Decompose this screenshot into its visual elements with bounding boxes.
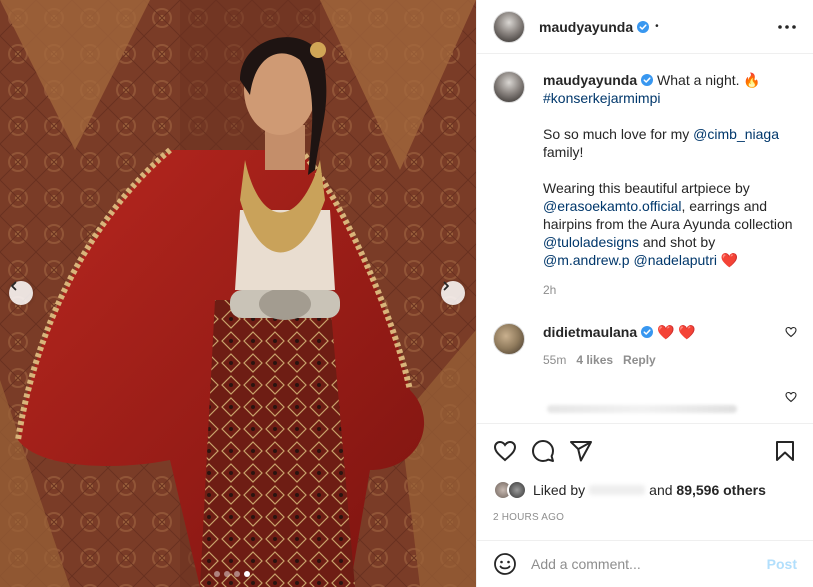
verified-badge-icon — [641, 74, 654, 86]
comment-text: ❤️ ❤️ — [653, 324, 696, 340]
likes-count[interactable]: 89,596 others — [676, 482, 766, 498]
save-button[interactable] — [773, 439, 797, 463]
like-comment-button[interactable] — [785, 390, 797, 406]
carousel-indicator — [214, 571, 250, 577]
mention-link[interactable]: @cimb_niaga — [693, 126, 779, 142]
post-photo[interactable] — [0, 0, 476, 587]
commenter-username[interactable]: didietmaulana — [543, 324, 637, 340]
comment-likes[interactable]: 4 likes — [576, 351, 613, 369]
photo-illustration — [0, 0, 476, 587]
mention-link[interactable]: @nadelaputri — [633, 252, 717, 268]
bookmark-icon — [776, 440, 794, 461]
caption: maudyayunda What a night. 🔥 #konserkejar… — [493, 71, 797, 299]
heart-icon — [493, 440, 517, 461]
next-image-button[interactable] — [441, 281, 465, 305]
comment-icon — [532, 439, 554, 462]
post-timestamp[interactable]: 2 HOURS AGO — [493, 512, 564, 523]
comments-section: maudyayunda What a night. 🔥 #konserkejar… — [477, 55, 813, 423]
caption-text: and shot by — [638, 234, 716, 250]
chevron-right-icon — [443, 281, 449, 291]
hashtag-link[interactable]: #konserkejarmimpi — [543, 90, 660, 106]
caption-text: family! — [543, 144, 584, 160]
author-username[interactable]: maudyayunda — [539, 19, 633, 35]
comment-item: didietmaulana ❤️ ❤️ 55m 4 likes Reply — [493, 323, 797, 369]
post-actions — [477, 423, 813, 477]
verified-badge-icon — [637, 20, 650, 33]
caption-time[interactable]: 2h — [543, 281, 797, 299]
verified-badge-icon — [641, 326, 654, 338]
carousel-dot — [234, 571, 240, 577]
more-options-button[interactable] — [777, 24, 797, 30]
more-horizontal-icon — [778, 24, 796, 29]
add-comment-bar: Post — [477, 540, 813, 587]
caption-line1: What a night. 🔥 — [653, 72, 761, 88]
caption-text: Wearing this beautiful artpiece by — [543, 180, 750, 196]
carousel-dot-active — [244, 571, 250, 577]
commenter-avatar[interactable] — [493, 323, 525, 355]
carousel-dot — [214, 571, 220, 577]
emoji-icon[interactable] — [493, 552, 517, 576]
separator-dot: • — [655, 21, 659, 32]
liked-and: and — [649, 482, 673, 498]
comment-body: didietmaulana ❤️ ❤️ 55m 4 likes Reply — [543, 323, 783, 369]
post-comment-button[interactable]: Post — [767, 556, 797, 572]
liker-avatar — [507, 480, 527, 500]
likes-summary[interactable]: Liked by and 89,596 others — [493, 479, 766, 501]
post-header: maudyayunda • — [477, 0, 813, 54]
blurred-comment — [547, 405, 737, 413]
heart-outline-icon — [785, 391, 797, 403]
caption-username[interactable]: maudyayunda — [543, 72, 637, 88]
post-details-panel: maudyayunda • maudyayunda What a night. … — [476, 0, 813, 587]
mention-link[interactable]: @tuloladesigns — [543, 234, 639, 250]
caption-text: ❤️ — [716, 252, 739, 268]
comment-button[interactable] — [531, 439, 555, 463]
liked-by-label: Liked by — [533, 482, 586, 498]
caption-text: So so much love for my — [543, 126, 694, 142]
mention-link[interactable]: @m.andrew.p — [543, 252, 630, 268]
paper-plane-icon — [570, 440, 592, 461]
carousel-dot — [224, 571, 230, 577]
blurred-liker-name — [589, 485, 646, 495]
share-button[interactable] — [569, 439, 593, 463]
like-button[interactable] — [493, 439, 517, 463]
comment-time[interactable]: 55m — [543, 351, 566, 369]
comment-input[interactable] — [531, 556, 751, 572]
comment-reply-button[interactable]: Reply — [623, 351, 656, 369]
heart-outline-icon — [785, 326, 797, 338]
caption-author-avatar[interactable] — [493, 71, 525, 103]
like-comment-button[interactable] — [785, 325, 797, 341]
author-avatar[interactable] — [493, 10, 525, 43]
previous-image-button[interactable] — [9, 281, 33, 305]
comment-meta: 55m 4 likes Reply — [543, 351, 783, 369]
caption-body: maudyayunda What a night. 🔥 #konserkejar… — [543, 71, 797, 299]
chevron-left-icon — [11, 281, 17, 291]
mention-link[interactable]: @erasoekamto.official — [543, 198, 681, 214]
